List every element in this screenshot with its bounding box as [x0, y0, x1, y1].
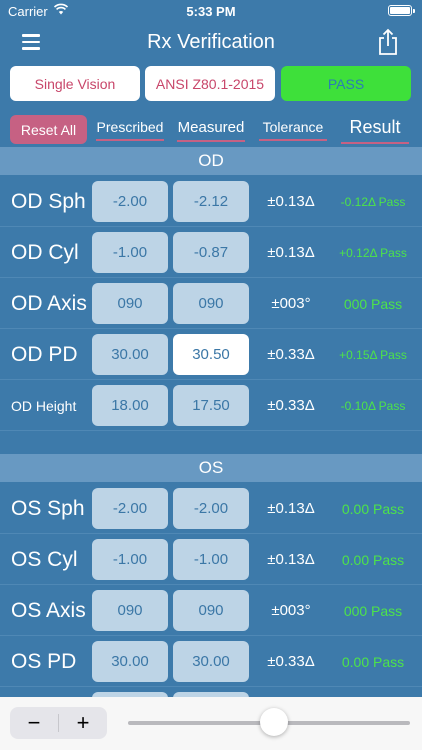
result-value: +0.15Δ Pass [339, 347, 407, 362]
table-row: OD Cyl -1.00 -0.87 ±0.13Δ +0.12Δ Pass [0, 227, 422, 278]
column-header-tolerance: Tolerance [255, 119, 331, 141]
prescribed-value-field[interactable]: -1.00 [92, 232, 168, 273]
settings-selectors: Single Vision ANSI Z80.1-2015 PASS [0, 64, 422, 104]
prescribed-value-field[interactable]: -1.00 [92, 539, 168, 580]
table-row: OS Axis 090 090 ±003° 000 Pass [0, 585, 422, 636]
measured-value-field[interactable]: 090 [173, 283, 249, 324]
reset-all-button[interactable]: Reset All [10, 115, 87, 144]
standard-selector[interactable]: ANSI Z80.1-2015 [145, 66, 275, 101]
column-header-tolerance-label: Tolerance [262, 119, 324, 135]
tolerance-value: ±003° [271, 295, 311, 312]
tolerance-value: ±0.33Δ [267, 346, 315, 363]
bottom-toolbar: − + [0, 697, 422, 750]
lens-type-selector[interactable]: Single Vision [10, 66, 140, 101]
measured-value-field[interactable]: -2.12 [173, 181, 249, 222]
result-value: 0.00 Pass [341, 500, 405, 517]
column-header-prescribed-label: Prescribed [96, 119, 164, 135]
navigation-bar: Rx Verification [0, 22, 422, 64]
measured-value-field[interactable]: 30.00 [173, 641, 249, 682]
row-label: OS Axis [11, 598, 86, 622]
prescribed-value-field[interactable]: 30.00 [92, 334, 168, 375]
measured-value-field-active[interactable]: 30.50 [173, 334, 249, 375]
prescribed-value-field[interactable]: 18.00 [92, 385, 168, 426]
row-label: OD Sph [11, 189, 86, 213]
column-header-prescribed: Prescribed [92, 119, 168, 141]
share-icon[interactable] [376, 28, 400, 56]
column-header-result: Result [337, 117, 413, 144]
value-slider[interactable] [128, 707, 410, 739]
result-value: 0.00 Pass [341, 551, 405, 568]
result-value: -0.10Δ Pass [340, 398, 406, 413]
prescribed-value-field[interactable]: 090 [92, 283, 168, 324]
section-header-od: OD [0, 147, 422, 175]
value-stepper: − + [10, 707, 107, 739]
increment-button[interactable]: + [59, 707, 107, 739]
slider-thumb[interactable] [260, 708, 289, 736]
row-label: OS Sph [11, 496, 85, 520]
row-label: OS PD [11, 649, 77, 673]
measured-value-field[interactable]: -2.00 [173, 488, 249, 529]
row-label: OS Cyl [11, 547, 78, 571]
tolerance-value: ±003° [271, 602, 311, 619]
table-row: OS Cyl -1.00 -1.00 ±0.13Δ 0.00 Pass [0, 534, 422, 585]
tolerance-value: ±0.33Δ [267, 653, 315, 670]
overall-result-badge: PASS [281, 66, 411, 101]
row-label: OD PD [11, 342, 78, 366]
table-row: OD Axis 090 090 ±003° 000 Pass [0, 278, 422, 329]
column-header-measured: Measured [173, 119, 249, 142]
column-header-measured-label: Measured [177, 119, 245, 136]
prescribed-value-field[interactable]: -2.00 [92, 488, 168, 529]
section-header-os: OS [0, 454, 422, 482]
prescribed-value-field[interactable]: 30.00 [92, 641, 168, 682]
tolerance-value: ±0.33Δ [267, 397, 315, 414]
result-value: 0.00 Pass [341, 653, 405, 670]
tolerance-value: ±0.13Δ [267, 500, 315, 517]
prescribed-value-field[interactable]: -2.00 [92, 181, 168, 222]
measured-value-field[interactable]: -1.00 [173, 539, 249, 580]
table-row: OS PD 30.00 30.00 ±0.33Δ 0.00 Pass [0, 636, 422, 687]
measured-value-field[interactable]: 090 [173, 590, 249, 631]
row-label: OD Cyl [11, 240, 79, 264]
table-row: OD Sph -2.00 -2.12 ±0.13Δ -0.12Δ Pass [0, 176, 422, 227]
result-value: -0.12Δ Pass [340, 194, 406, 209]
table-row: OD PD 30.00 30.50 ±0.33Δ +0.15Δ Pass [0, 329, 422, 380]
status-bar: Carrier 5:33 PM [0, 0, 422, 22]
tolerance-value: ±0.13Δ [267, 551, 315, 568]
row-label: OD Height [11, 397, 77, 414]
measured-value-field[interactable]: 17.50 [173, 385, 249, 426]
result-value: +0.12Δ Pass [339, 245, 407, 260]
page-title: Rx Verification [147, 31, 275, 53]
clock: 5:33 PM [186, 4, 236, 19]
table-row: OS Sph -2.00 -2.00 ±0.13Δ 0.00 Pass [0, 483, 422, 534]
tolerance-value: ±0.13Δ [267, 244, 315, 261]
row-label: OD Axis [11, 291, 87, 315]
column-header-result-label: Result [349, 117, 401, 137]
column-headers: Reset All Prescribed Measured Tolerance … [0, 112, 422, 146]
prescribed-value-field[interactable]: 090 [92, 590, 168, 631]
decrement-button[interactable]: − [10, 707, 58, 739]
tolerance-value: ±0.13Δ [267, 193, 315, 210]
battery-icon [388, 5, 415, 16]
measured-value-field[interactable]: -0.87 [173, 232, 249, 273]
table-row: OD Height 18.00 17.50 ±0.33Δ -0.10Δ Pass [0, 380, 422, 431]
result-value: 000 Pass [343, 295, 403, 312]
result-value: 000 Pass [343, 602, 403, 619]
